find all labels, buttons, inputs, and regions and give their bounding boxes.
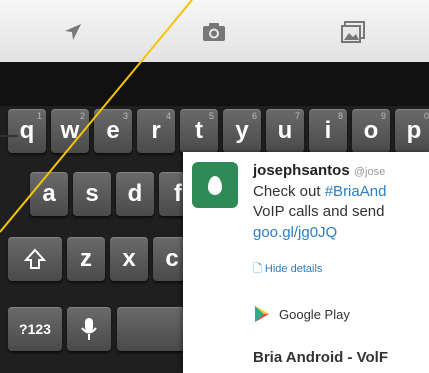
egg-icon xyxy=(208,175,222,195)
user-handle: @jose xyxy=(353,166,386,178)
key-t-hint: 5 xyxy=(208,111,214,121)
key-w-hint: 2 xyxy=(79,111,85,121)
key-t[interactable]: t5 xyxy=(180,109,218,153)
key-q-hint: 1 xyxy=(36,111,42,121)
key-u[interactable]: u7 xyxy=(266,109,304,153)
symbols-key[interactable]: ?123 xyxy=(8,307,62,351)
hide-details-link[interactable]: 🗋 Hide details xyxy=(253,260,322,279)
app-title[interactable]: Bria Android - VolF xyxy=(253,349,388,366)
voice-input-key[interactable] xyxy=(67,307,111,351)
hide-details-label: Hide details xyxy=(264,263,323,275)
key-i-label: i xyxy=(324,117,332,144)
key-o-label: o xyxy=(363,117,379,144)
key-y-label: y xyxy=(235,117,249,144)
key-x-label: x xyxy=(122,245,136,272)
key-o-hint: 9 xyxy=(380,111,386,121)
key-z-label: z xyxy=(80,245,92,272)
avatar[interactable] xyxy=(192,162,238,208)
key-p[interactable]: p0 xyxy=(395,109,429,153)
key-c-label: c xyxy=(165,245,179,272)
key-e-label: e xyxy=(106,117,120,144)
key-s[interactable]: s xyxy=(73,172,111,216)
key-r[interactable]: r4 xyxy=(137,109,175,153)
key-d[interactable]: d xyxy=(116,172,154,216)
camera-icon[interactable] xyxy=(199,20,229,44)
key-e-hint: 3 xyxy=(122,111,128,121)
key-i-hint: 8 xyxy=(337,111,343,121)
hashtag-link[interactable]: #BriaAnd xyxy=(325,183,387,200)
key-p-hint: 0 xyxy=(423,111,429,121)
username: josephsantos xyxy=(253,162,350,179)
key-u-label: u xyxy=(277,117,293,144)
gallery-icon[interactable] xyxy=(338,20,368,44)
key-r-hint: 4 xyxy=(165,111,171,121)
google-play-icon xyxy=(255,306,269,322)
key-z[interactable]: z xyxy=(67,237,105,281)
key-y[interactable]: y6 xyxy=(223,109,261,153)
key-w[interactable]: w2 xyxy=(51,109,89,153)
key-t-label: t xyxy=(195,117,203,144)
suggestion-strip xyxy=(0,62,429,106)
tweet-text-line-2: VoIP calls and send xyxy=(253,203,385,220)
key-q-label: q xyxy=(19,117,35,144)
key-y-hint: 6 xyxy=(251,111,257,121)
key-x[interactable]: x xyxy=(110,237,148,281)
tweet-text-line-1: Check out #BriaAnd xyxy=(253,183,386,200)
store-name: Google Play xyxy=(279,306,350,322)
key-i[interactable]: i8 xyxy=(309,109,347,153)
key-d-label: d xyxy=(127,180,143,207)
key-a-label: a xyxy=(42,180,56,207)
key-u-hint: 7 xyxy=(294,111,300,121)
location-arrow-icon[interactable] xyxy=(58,20,88,44)
google-play-link[interactable]: Google Play xyxy=(253,305,350,323)
document-icon: 🗋 xyxy=(253,263,262,275)
key-r-label: r xyxy=(151,117,161,144)
key-a[interactable]: a xyxy=(30,172,68,216)
compose-toolbar xyxy=(0,0,429,63)
key-w-label: w xyxy=(60,117,80,144)
key-f-label: f xyxy=(174,180,182,207)
shift-key[interactable] xyxy=(8,237,62,281)
key-o[interactable]: o9 xyxy=(352,109,390,153)
tweet-card[interactable]: josephsantos @jose Check out #BriaAnd Vo… xyxy=(183,152,429,373)
key-p-label: p xyxy=(406,117,422,144)
tweet-url-link[interactable]: goo.gl/jg0JQ xyxy=(253,224,337,241)
key-s-label: s xyxy=(85,180,99,207)
key-e[interactable]: e3 xyxy=(94,109,132,153)
key-q[interactable]: q1 xyxy=(8,109,46,153)
keyboard-divider xyxy=(0,135,18,137)
tweet-text-prefix: Check out xyxy=(253,183,325,200)
tweet-author[interactable]: josephsantos @jose xyxy=(253,162,385,179)
